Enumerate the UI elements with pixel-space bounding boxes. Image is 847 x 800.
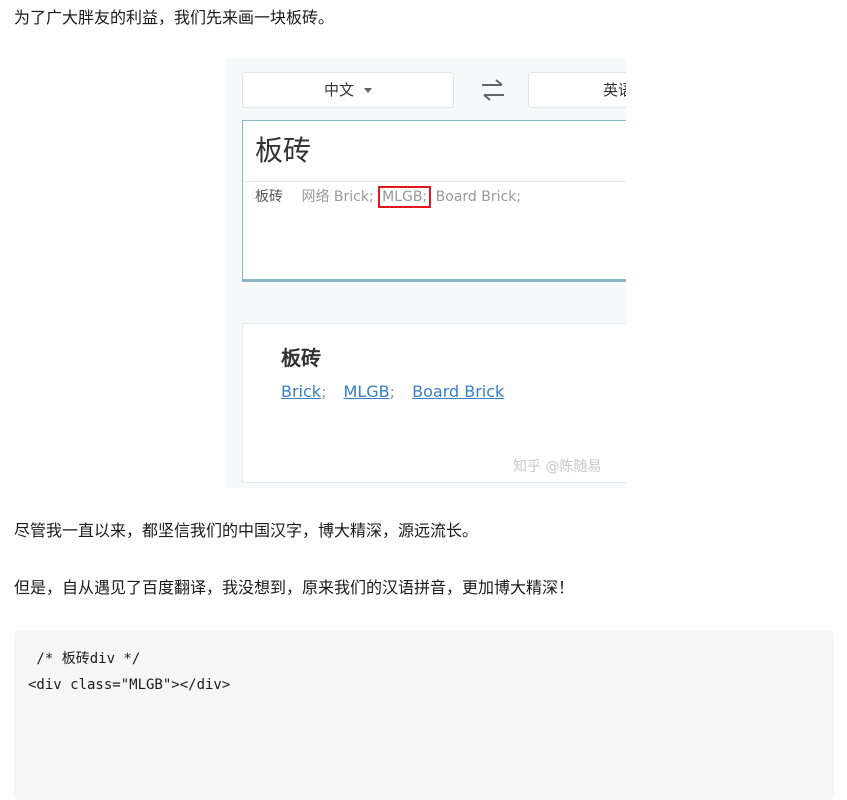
suggestion-row: 板砖 网络 Brick; MLGB; Board Brick;	[255, 186, 522, 208]
result-word: 板砖	[281, 346, 321, 370]
divider	[243, 181, 626, 182]
chevron-down-icon	[364, 88, 372, 93]
result-link-brick[interactable]: Brick	[281, 382, 321, 401]
result-separator: ;	[321, 382, 327, 401]
translator-screenshot: 中文 英语 板砖 板砖 网络 Brick; MLGB; Board Brick;…	[226, 58, 626, 488]
code-block: /* 板砖div */ <div class="MLGB"></div>	[14, 630, 834, 800]
paragraph-3: 但是，自从遇见了百度翻译，我没想到，原来我们的汉语拼音，更加博大精深！	[14, 578, 575, 597]
result-link-mlgb[interactable]: MLGB	[344, 382, 390, 401]
paragraph-2: 尽管我一直以来，都坚信我们的中国汉字，博大精深，源远流长。	[14, 521, 479, 540]
intro-paragraph: 为了广大胖友的利益，我们先来画一块板砖。	[14, 8, 335, 27]
swap-arrows-icon[interactable]	[478, 76, 508, 104]
suggestion-suffix: Board Brick;	[435, 189, 522, 205]
divider	[242, 280, 626, 282]
watermark: 知乎 @陈随易	[513, 459, 602, 475]
translation-input[interactable]: 板砖 板砖 网络 Brick; MLGB; Board Brick;	[242, 120, 626, 280]
code-line: <div class="MLGB"></div>	[28, 677, 231, 693]
result-separator: ;	[389, 382, 396, 401]
translation-result: 板砖 Brick; MLGB; Board Brick 知乎 @陈随易	[242, 323, 626, 483]
suggestion-highlight: MLGB;	[378, 186, 432, 208]
result-definitions: Brick; MLGB; Board Brick	[281, 380, 504, 404]
code-line: /* 板砖div */	[28, 651, 141, 667]
input-text: 板砖	[255, 134, 312, 167]
target-language-select[interactable]: 英语	[528, 72, 626, 108]
target-language-label: 英语	[603, 81, 626, 99]
result-link-board-brick[interactable]: Board Brick	[412, 382, 504, 401]
source-language-select[interactable]: 中文	[242, 72, 454, 108]
source-language-label: 中文	[323, 81, 354, 99]
suggestion-prefix: 网络 Brick;	[301, 189, 374, 205]
suggestion-key: 板砖	[255, 189, 283, 205]
